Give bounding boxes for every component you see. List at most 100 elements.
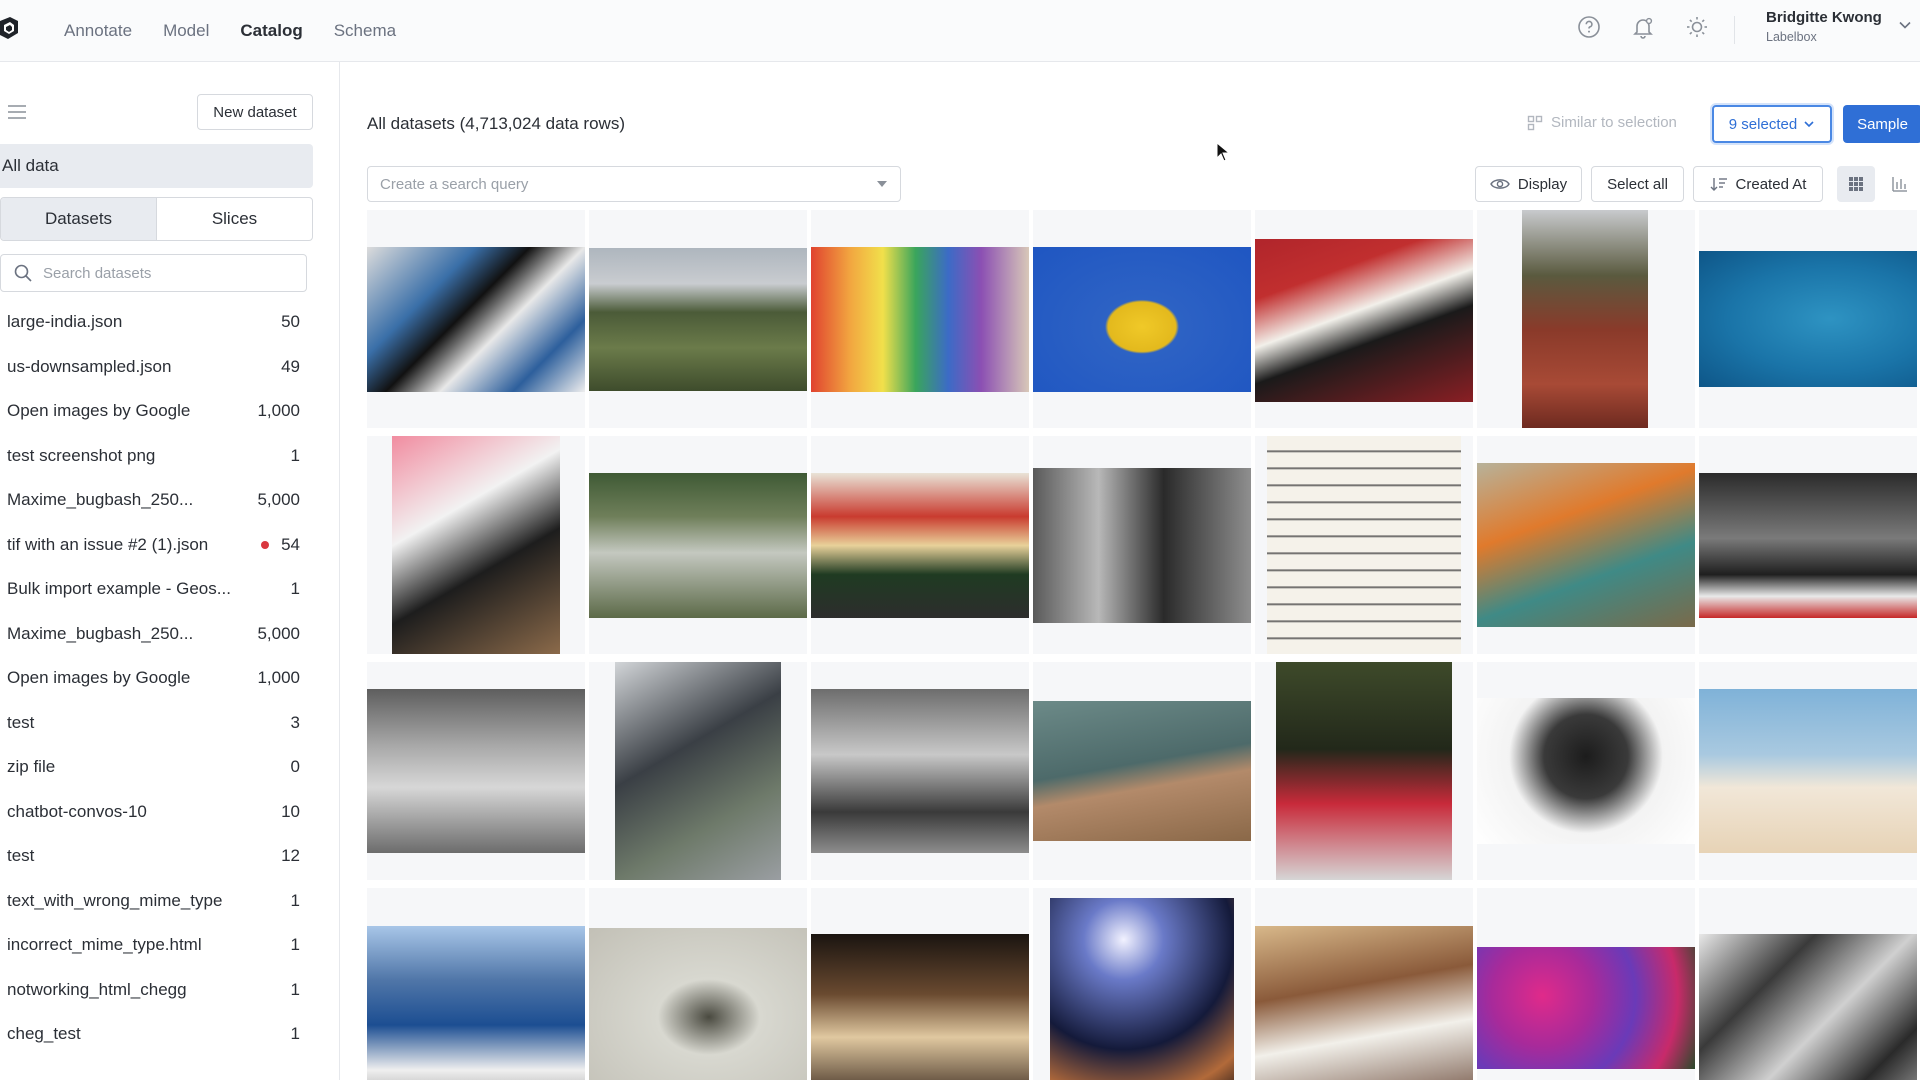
selection-dropdown[interactable]: 9 selected: [1712, 105, 1832, 143]
sort-button[interactable]: Created At: [1693, 166, 1823, 202]
nav-annotate[interactable]: Annotate: [64, 21, 132, 41]
dataset-item[interactable]: Bulk import example - Geos... 1: [0, 567, 300, 612]
grid-cell[interactable]: [1255, 210, 1473, 428]
dataset-item[interactable]: Open images by Google 1,000: [0, 656, 300, 701]
notifications-bell-icon[interactable]: [1630, 14, 1656, 40]
labelbox-logo-icon[interactable]: [0, 17, 18, 41]
grid-cell[interactable]: [589, 888, 807, 1080]
nav-schema[interactable]: Schema: [334, 21, 396, 41]
grid-cell[interactable]: [589, 436, 807, 654]
dataset-item[interactable]: large-india.json 50: [0, 300, 300, 345]
grid-cell[interactable]: [1255, 662, 1473, 880]
dataset-item[interactable]: Maxime_bugbash_250... 5,000: [0, 478, 300, 523]
help-icon[interactable]: [1576, 14, 1602, 40]
error-dot-icon: [261, 540, 270, 549]
search-query-input[interactable]: [380, 175, 840, 193]
nav-model[interactable]: Model: [163, 21, 209, 41]
dataset-item[interactable]: tif with an issue #2 (1).json 54: [0, 523, 300, 568]
thumbnail-image: [1033, 247, 1251, 392]
menu-icon[interactable]: [6, 102, 28, 122]
grid-cell[interactable]: [1477, 436, 1695, 654]
chart-view-button[interactable]: [1881, 166, 1919, 202]
image-grid: [367, 210, 1920, 1080]
dataset-item[interactable]: notworking_html_chegg 1: [0, 968, 300, 1013]
grid-cell[interactable]: [811, 888, 1029, 1080]
all-data-item[interactable]: All data: [0, 144, 313, 188]
eye-icon: [1490, 179, 1510, 189]
chevron-down-icon[interactable]: [1898, 18, 1912, 32]
grid-cell[interactable]: [1255, 436, 1473, 654]
dataset-item[interactable]: chatbot-convos-10 10: [0, 790, 300, 835]
thumbnail-image: [589, 928, 807, 1080]
dataset-count: 1: [290, 935, 300, 955]
grid-cell[interactable]: [367, 210, 585, 428]
thumbnail-image: [392, 436, 560, 654]
grid-cell[interactable]: [367, 888, 585, 1080]
grid-cell[interactable]: [589, 210, 807, 428]
dataset-item[interactable]: incorrect_mime_type.html 1: [0, 923, 300, 968]
tab-datasets[interactable]: Datasets: [1, 198, 157, 240]
thumbnail-image: [811, 934, 1029, 1080]
dataset-item[interactable]: us-downsampled.json 49: [0, 345, 300, 390]
select-all-button[interactable]: Select all: [1591, 166, 1684, 202]
dataset-name: large-india.json: [7, 312, 123, 332]
grid-cell[interactable]: [1033, 662, 1251, 880]
grid-cell[interactable]: [1033, 436, 1251, 654]
sample-button[interactable]: Sample: [1843, 105, 1920, 143]
grid-cell[interactable]: [1255, 888, 1473, 1080]
user-org: Labelbox: [1766, 30, 1817, 44]
grid-view-button[interactable]: [1837, 166, 1875, 202]
dataset-slice-toggle: Datasets Slices: [0, 197, 313, 241]
grid-cell[interactable]: [811, 210, 1029, 428]
dataset-item[interactable]: test screenshot png 1: [0, 434, 300, 479]
dataset-item[interactable]: Maxime_bugbash_250... 5,000: [0, 612, 300, 657]
dataset-name: notworking_html_chegg: [7, 979, 187, 999]
thumbnail-image: [1255, 926, 1473, 1080]
grid-cell[interactable]: [1033, 888, 1251, 1080]
dataset-name: test screenshot png: [7, 445, 156, 465]
dataset-count: 54: [281, 534, 300, 554]
grid-cell[interactable]: [367, 436, 585, 654]
thumbnail-image: [1477, 947, 1695, 1069]
user-menu[interactable]: Bridgitte Kwong Labelbox: [1766, 9, 1882, 44]
dataset-count: 5,000: [257, 623, 300, 643]
tab-slices[interactable]: Slices: [157, 198, 312, 240]
thumbnail-image: [1699, 934, 1917, 1080]
grid-cell[interactable]: [1699, 888, 1917, 1080]
grid-cell[interactable]: [1477, 210, 1695, 428]
thumbnail-image: [1522, 210, 1648, 428]
display-button[interactable]: Display: [1475, 166, 1582, 202]
sort-label: Created At: [1735, 175, 1807, 193]
caret-down-icon[interactable]: [876, 180, 888, 188]
grid-cell[interactable]: [367, 662, 585, 880]
dataset-item[interactable]: test 12: [0, 834, 300, 879]
grid-cell[interactable]: [1699, 436, 1917, 654]
new-dataset-button[interactable]: New dataset: [197, 94, 313, 130]
dataset-item[interactable]: zip file 0: [0, 745, 300, 790]
thumbnail-image: [1276, 662, 1452, 880]
grid-cell[interactable]: [1699, 662, 1917, 880]
dataset-item[interactable]: test 3: [0, 701, 300, 746]
grid-cell[interactable]: [1033, 210, 1251, 428]
theme-sun-icon[interactable]: [1684, 14, 1710, 40]
grid-cell[interactable]: [589, 662, 807, 880]
dataset-name: Maxime_bugbash_250...: [7, 490, 194, 510]
user-name: Bridgitte Kwong: [1766, 9, 1882, 26]
dataset-item[interactable]: text_with_wrong_mime_type 1: [0, 879, 300, 924]
dataset-item[interactable]: cheg_test 1: [0, 1012, 300, 1057]
dataset-name: Bulk import example - Geos...: [7, 579, 231, 599]
dataset-name: Open images by Google: [7, 668, 191, 688]
nav-catalog[interactable]: Catalog: [240, 21, 302, 41]
similar-to-selection-button[interactable]: Similar to selection: [1527, 114, 1677, 131]
dataset-item[interactable]: Open images by Google 1,000: [0, 389, 300, 434]
grid-cell[interactable]: [1477, 888, 1695, 1080]
thumbnail-image: [367, 689, 585, 853]
thumbnail-image: [1033, 468, 1251, 623]
grid-cell[interactable]: [1699, 210, 1917, 428]
grid-cell[interactable]: [1477, 662, 1695, 880]
grid-cell[interactable]: [811, 662, 1029, 880]
thumbnail-image: [1699, 689, 1917, 853]
search-datasets-input[interactable]: [43, 264, 283, 282]
dataset-count: 1,000: [257, 668, 300, 688]
grid-cell[interactable]: [811, 436, 1029, 654]
